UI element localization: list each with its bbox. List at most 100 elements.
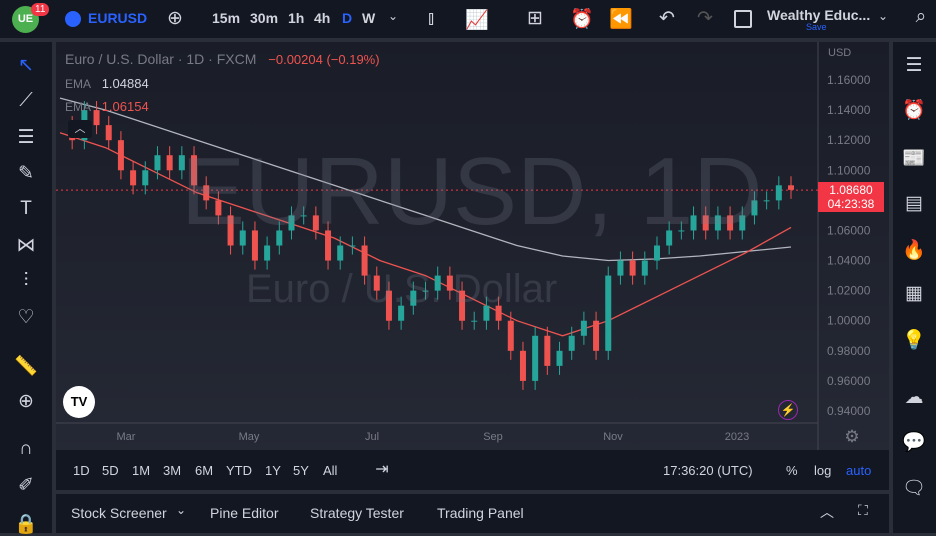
lightning-icon[interactable]: ⚡ [778, 400, 798, 420]
ema-label[interactable]: EMA [65, 100, 90, 114]
ideas-icon[interactable]: 💡 [899, 328, 929, 352]
goto-date-icon[interactable]: ⇥ [367, 459, 397, 479]
ema-label[interactable]: EMA [65, 77, 90, 91]
candle-body [605, 275, 612, 351]
range-1m[interactable]: 1M [132, 463, 150, 478]
candle-body [507, 320, 514, 351]
chevron-down-icon[interactable]: ⌄ [378, 9, 408, 23]
candle-body [617, 260, 624, 276]
range-6m[interactable]: 6M [195, 463, 213, 478]
ruler-icon[interactable]: 📏 [11, 354, 41, 378]
interval-1h[interactable]: 1h [288, 10, 304, 26]
brush-icon[interactable]: ✎ [11, 162, 41, 185]
alerts-icon[interactable]: ⏰ [899, 98, 929, 122]
calendar-add-icon[interactable]: ▤ [899, 192, 929, 215]
layout-icon[interactable]: ⊞ [520, 7, 550, 30]
prediction-icon[interactable]: ⫶ [11, 270, 41, 292]
candle-body [629, 260, 636, 276]
layout-name[interactable]: Wealthy Educ... [767, 7, 870, 23]
text-icon[interactable]: T [11, 198, 41, 220]
cursor-icon[interactable]: ↖ [11, 54, 41, 77]
log-toggle[interactable]: log [814, 463, 831, 478]
news-icon[interactable]: 📰 [899, 146, 929, 170]
clock[interactable]: 17:36:20 (UTC) [663, 463, 753, 478]
save-button[interactable]: Save [806, 22, 827, 32]
interval-30m[interactable]: 30m [250, 10, 278, 26]
candle-body [580, 320, 587, 336]
interval-4h[interactable]: 4h [314, 10, 330, 26]
candle-body [105, 125, 112, 141]
range-1y[interactable]: 1Y [265, 463, 281, 478]
currency-selector[interactable]: USD [828, 47, 851, 59]
watchlist-icon[interactable]: ☰ [899, 54, 929, 77]
bottom-panel: Stock Screener ⌄ Pine Editor Strategy Te… [56, 494, 889, 533]
tab-pine-editor[interactable]: Pine Editor [210, 505, 278, 521]
candle-body [519, 350, 526, 381]
top-toolbar: UE 11 EURUSD ⊕ 15m 30m 1h 4h D W ⌄ ⫾ 📈 ⊞… [0, 0, 936, 38]
x-tick-label: May [239, 431, 260, 443]
maximize-panel-icon[interactable]: ⛶ [858, 502, 868, 519]
bar-countdown: 04:23:38 [827, 197, 875, 211]
messages-icon[interactable]: 🗨 [899, 476, 929, 500]
zoom-icon[interactable]: ⊕ [11, 390, 41, 413]
calendar-icon[interactable]: ▦ [899, 282, 929, 305]
x-tick-label: Jul [365, 431, 379, 443]
indicators-icon[interactable]: 📈 [462, 8, 492, 32]
percent-toggle[interactable]: % [786, 463, 798, 478]
magnet-icon[interactable]: ∩ [11, 438, 41, 460]
fullscreen-icon[interactable] [734, 10, 752, 28]
current-price: 1.08680 [829, 183, 873, 197]
interval-15m[interactable]: 15m [212, 10, 240, 26]
range-5y[interactable]: 5Y [293, 463, 309, 478]
replay-icon[interactable]: ⏪ [606, 7, 636, 31]
symbol-search[interactable]: EURUSD [88, 10, 147, 26]
chart-pane[interactable]: 1.160001.140001.120001.100001.080001.060… [56, 42, 889, 490]
pattern-icon[interactable]: ⋈ [11, 234, 41, 257]
add-symbol-icon[interactable]: ⊕ [160, 7, 190, 30]
collapse-legend-button[interactable]: ︿ [68, 120, 92, 138]
tab-stock-screener[interactable]: Stock Screener [71, 505, 167, 521]
hotlists-icon[interactable]: 🔥 [899, 238, 929, 262]
candle-body [568, 335, 575, 351]
candle-body [142, 170, 149, 186]
chats-icon[interactable]: 💬 [899, 430, 929, 454]
range-5d[interactable]: 5D [102, 463, 119, 478]
redo-icon[interactable]: ↷ [690, 7, 720, 30]
trendline-icon[interactable]: ⟋ [11, 90, 41, 112]
collapse-panel-icon[interactable]: ︿ [820, 502, 834, 522]
range-all[interactable]: All [323, 463, 337, 478]
price-chart[interactable]: 1.160001.140001.120001.100001.080001.060… [56, 42, 889, 490]
heart-icon[interactable]: ♡ [11, 306, 41, 329]
y-tick-label: 1.00000 [827, 314, 871, 328]
legend-change: −0.00204 (−0.19%) [268, 52, 380, 67]
tab-trading-panel[interactable]: Trading Panel [437, 505, 524, 521]
undo-icon[interactable]: ↶ [652, 7, 682, 30]
candle-body [264, 245, 271, 261]
range-1d[interactable]: 1D [73, 463, 90, 478]
y-tick-label: 1.04000 [827, 254, 871, 268]
streams-icon[interactable]: ☁ [899, 386, 929, 409]
candle-body [117, 140, 124, 171]
tradingview-logo[interactable]: TV [63, 386, 95, 418]
candle-body [154, 155, 161, 171]
drawing-toolbar: ↖ ⟋ ☰ ✎ T ⋈ ⫶ ♡ 📏 ⊕ ∩ ✐ 🔒 [0, 42, 52, 536]
candle-body [763, 200, 770, 202]
settings-gear-icon[interactable]: ⚙ [837, 427, 867, 447]
range-ytd[interactable]: YTD [226, 463, 252, 478]
lock-icon[interactable]: 🔒 [11, 512, 41, 536]
y-tick-label: 1.16000 [827, 73, 871, 87]
range-3m[interactable]: 3M [163, 463, 181, 478]
search-icon[interactable]: ⌕ [906, 6, 936, 28]
interval-w[interactable]: W [362, 10, 375, 26]
legend-title: Euro / U.S. Dollar · 1D · FXCM [65, 51, 257, 67]
tab-strategy-tester[interactable]: Strategy Tester [310, 505, 404, 521]
lock-drawings-icon[interactable]: ✐ [11, 474, 41, 497]
candles-icon[interactable]: ⫾ [416, 8, 446, 30]
auto-toggle[interactable]: auto [846, 463, 871, 478]
interval-d[interactable]: D [342, 10, 352, 26]
chevron-down-icon[interactable]: ⌄ [176, 503, 186, 517]
fib-icon[interactable]: ☰ [11, 126, 41, 149]
chevron-down-icon[interactable]: ⌄ [868, 9, 898, 23]
alert-icon[interactable]: ⏰ [567, 7, 597, 31]
flag-icon [65, 11, 81, 27]
